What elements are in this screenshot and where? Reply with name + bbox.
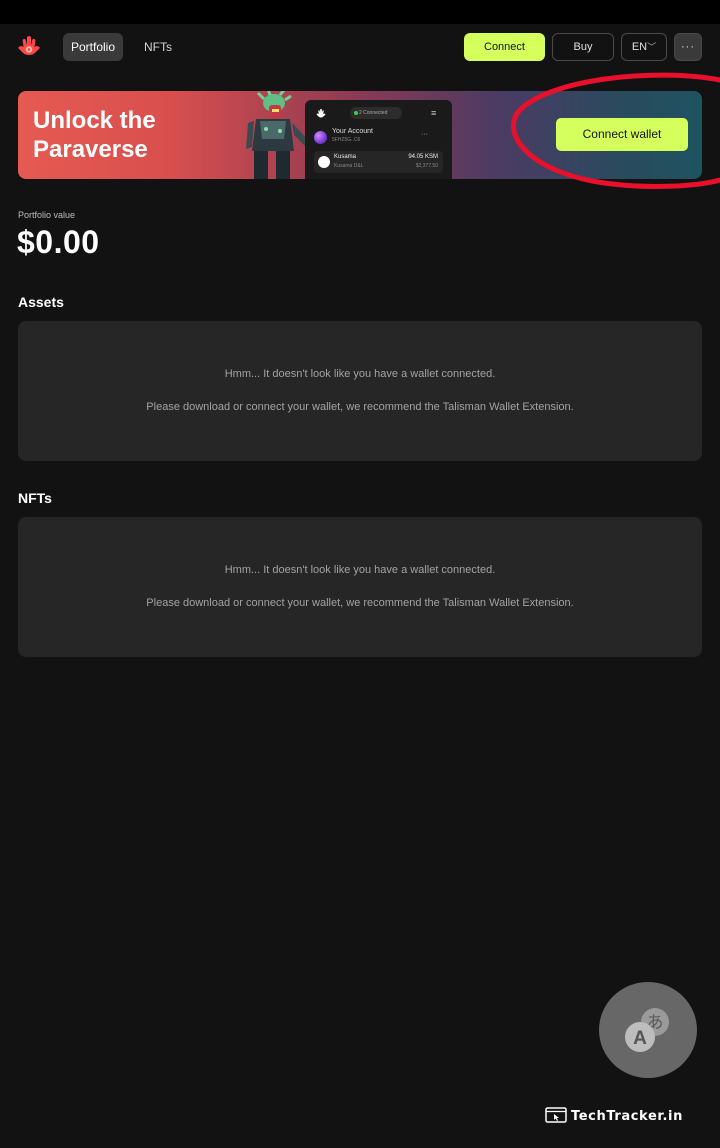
- assets-empty-state: Hmm... It doesn't look like you have a w…: [18, 321, 702, 461]
- more-menu-button[interactable]: ···: [674, 33, 702, 61]
- talisman-hand-icon: [316, 109, 326, 118]
- portfolio-value: $0.00: [17, 224, 100, 260]
- chevron-down-icon: ﹀: [647, 42, 657, 52]
- empty-state-message: Hmm... It doesn't look like you have a w…: [224, 368, 496, 380]
- wallet-preview: 2 Connected ≡ Your Account 5FHZ5G..C6 ··…: [305, 100, 452, 179]
- buy-button[interactable]: Buy: [552, 33, 614, 61]
- banner-title: Unlock the Paraverse: [33, 107, 156, 163]
- talisman-logo-icon[interactable]: [16, 34, 42, 60]
- hamburger-icon: ≡: [431, 108, 437, 118]
- token-chain: Kusama D&L: [334, 163, 364, 169]
- connect-wallet-button[interactable]: Connect wallet: [556, 118, 688, 151]
- translate-icon: あ A: [625, 1008, 669, 1052]
- tab-nfts[interactable]: NFTs: [136, 33, 180, 61]
- kusama-icon: [318, 156, 330, 168]
- connected-badge: 2 Connected: [350, 107, 402, 119]
- empty-state-message: Hmm... It doesn't look like you have a w…: [224, 564, 496, 576]
- assets-heading: Assets: [18, 294, 64, 310]
- account-more-icon: ···: [421, 131, 428, 138]
- browser-cursor-icon: [545, 1107, 567, 1123]
- portfolio-value-label: Portfolio value: [18, 210, 76, 220]
- status-bar: [0, 0, 720, 24]
- empty-state-hint: Please download or connect your wallet, …: [146, 401, 574, 413]
- promo-banner: Unlock the Paraverse 2 Connected ≡ Your …: [18, 91, 702, 179]
- token-amount: 94.05 KSM: [408, 154, 438, 160]
- token-name: Kusama: [334, 154, 357, 160]
- token-row: Kusama Kusama D&L 94.05 KSM $2,377.50: [314, 151, 443, 173]
- empty-state-hint: Please download or connect your wallet, …: [146, 597, 574, 609]
- language-select[interactable]: EN﹀: [621, 33, 667, 61]
- avatar: [314, 131, 327, 144]
- account-address: 5FHZ5G..C6: [332, 137, 361, 143]
- connect-button[interactable]: Connect: [464, 33, 545, 61]
- account-name: Your Account: [332, 128, 373, 135]
- translate-button[interactable]: あ A: [599, 982, 697, 1078]
- watermark-text: TechTracker.in: [571, 1109, 683, 1124]
- language-label: EN: [631, 41, 648, 53]
- top-nav: Portfolio NFTs Connect Buy EN﹀ ···: [0, 24, 720, 70]
- nfts-empty-state: Hmm... It doesn't look like you have a w…: [18, 517, 702, 657]
- token-fiat: $2,377.50: [415, 163, 438, 169]
- svg-text:A: A: [633, 1028, 647, 1049]
- tab-portfolio[interactable]: Portfolio: [63, 33, 124, 61]
- nfts-heading: NFTs: [18, 490, 52, 506]
